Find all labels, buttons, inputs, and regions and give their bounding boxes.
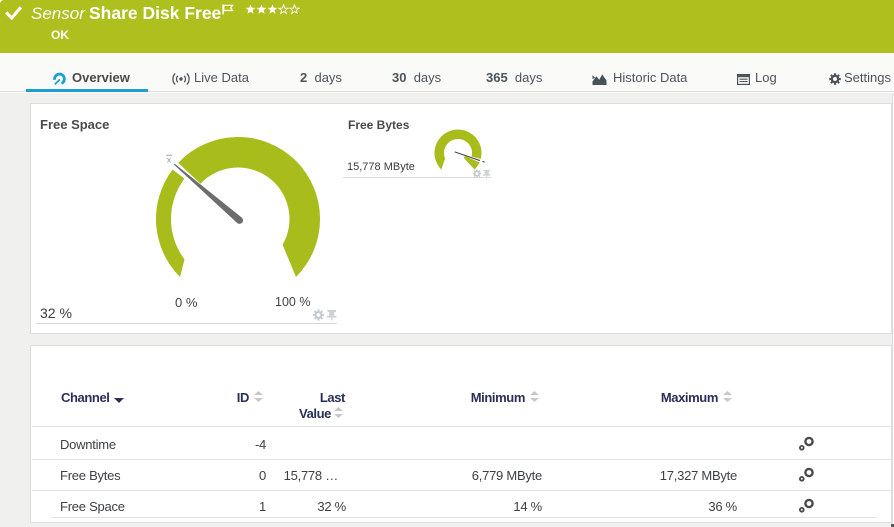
svg-text:x: x	[167, 155, 172, 165]
